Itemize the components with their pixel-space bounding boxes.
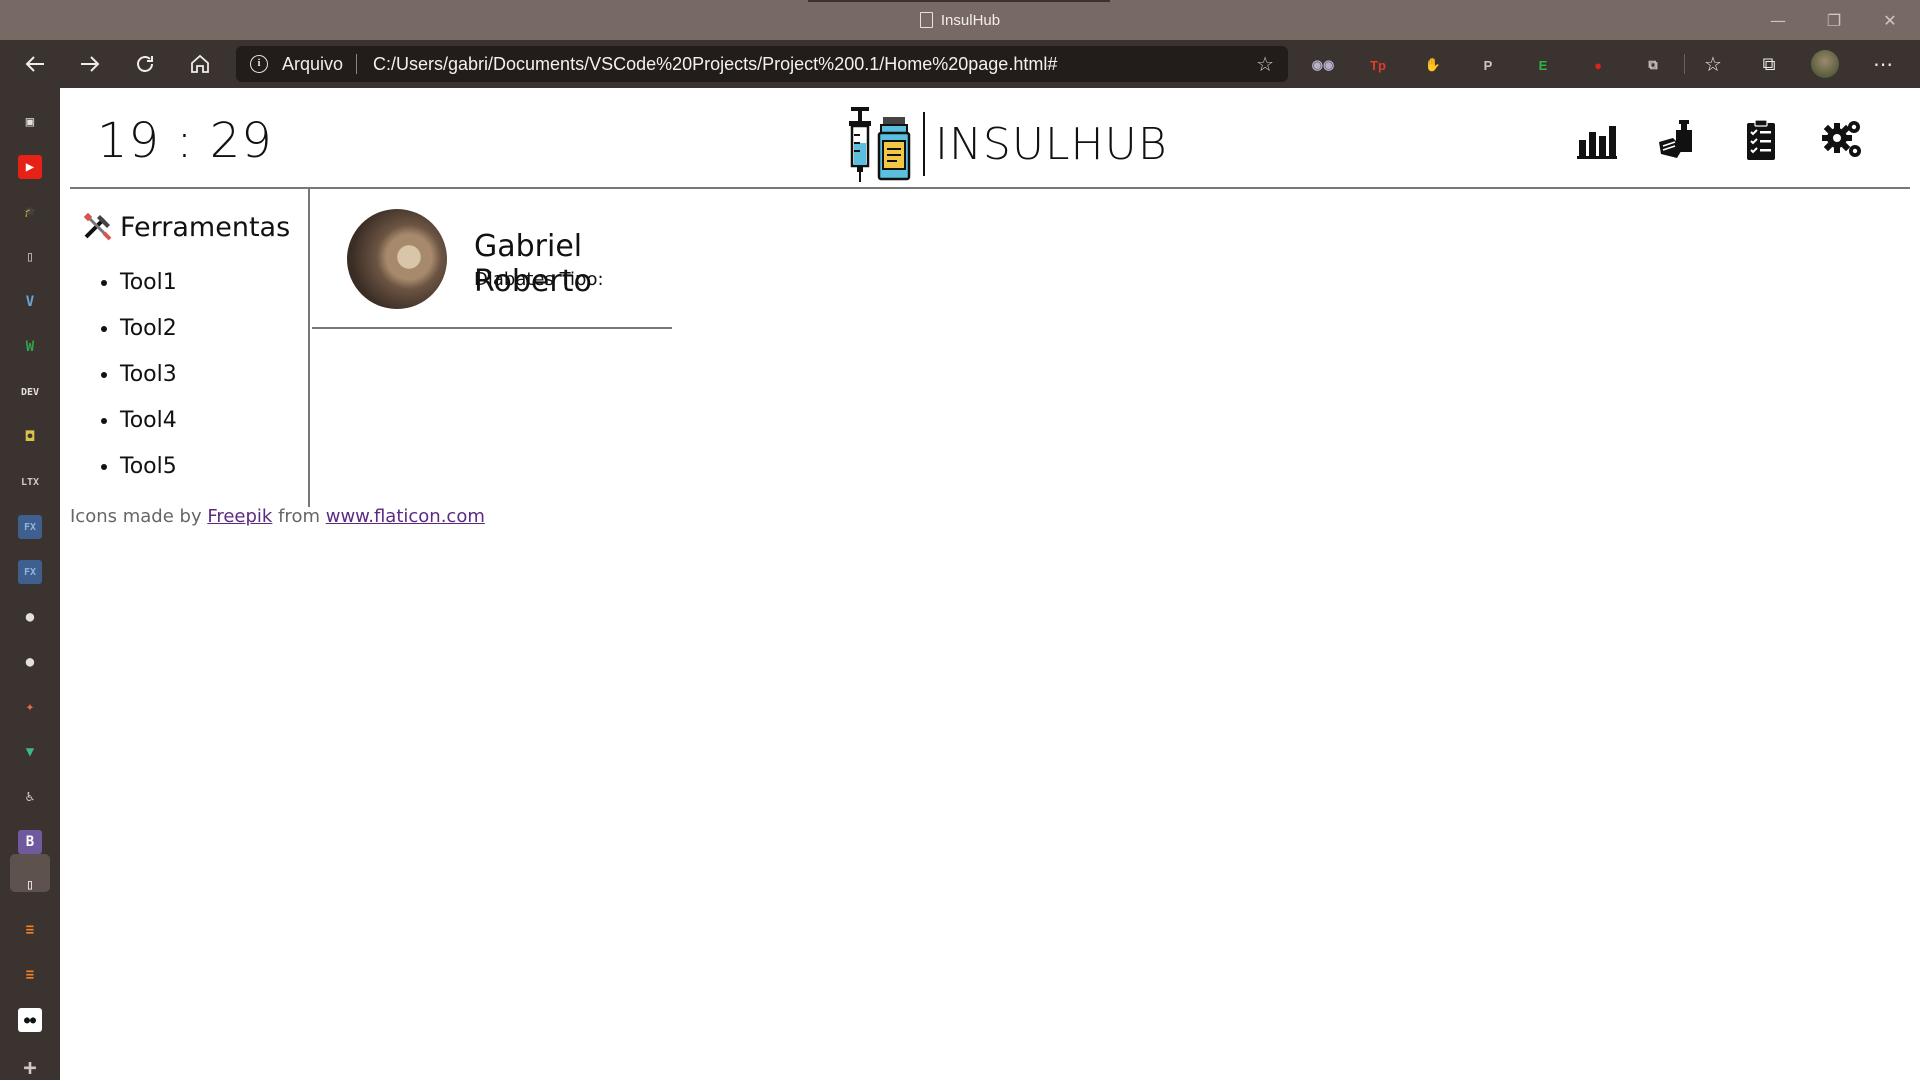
tab-stackoverflow-2[interactable]: ≡ xyxy=(18,963,42,987)
favorites-button[interactable]: ☆ xyxy=(1696,48,1730,80)
avatar[interactable] xyxy=(347,209,447,309)
ext-hand-icon[interactable]: ✋ xyxy=(1420,52,1446,78)
toolbar-separator xyxy=(1684,54,1685,74)
tab-school[interactable]: 🎓 xyxy=(18,200,42,224)
tab-github-1[interactable]: ● xyxy=(18,605,42,629)
gears-icon[interactable] xyxy=(1821,118,1865,162)
ext-tp-icon[interactable]: Tp xyxy=(1365,52,1391,78)
ext-record-icon[interactable]: ● xyxy=(1585,52,1611,78)
syringe-vial-icon xyxy=(849,107,911,182)
clipboard-checklist-icon[interactable] xyxy=(1739,118,1783,162)
window-title: InsulHub xyxy=(0,0,1920,40)
icon-credit: Icons made by Freepik from www.flaticon.… xyxy=(70,506,485,527)
info-icon[interactable]: i xyxy=(250,55,268,73)
tab-actions[interactable]: ▣ xyxy=(18,110,42,134)
profile-button[interactable] xyxy=(1808,48,1842,80)
tab-youtube[interactable]: ▶ xyxy=(18,155,42,179)
page-content: 19 : 29 INSULHUB Ferramentas • Tool1 • T… xyxy=(60,88,1920,1080)
forward-button[interactable] xyxy=(73,48,107,80)
tab-accessibility[interactable]: ♿ xyxy=(18,785,42,809)
more-menu-button[interactable]: ⋯ xyxy=(1866,48,1900,80)
close-button[interactable]: ✕ xyxy=(1862,0,1918,40)
tab-new[interactable]: + xyxy=(18,1056,42,1081)
tool-item[interactable]: Tool1 xyxy=(120,271,177,317)
refresh-icon xyxy=(137,56,153,72)
credit-prefix: Icons made by xyxy=(70,506,208,527)
profile-avatar-icon xyxy=(1811,50,1839,78)
tab-figma[interactable]: ✦ xyxy=(18,695,42,719)
tools-list: Tool1 Tool2 Tool3 Tool4 Tool5 xyxy=(120,271,177,501)
diabetes-type-label: Diabates Tipo: xyxy=(474,269,604,290)
ext-eyes-icon[interactable]: ◉◉ xyxy=(1310,52,1336,78)
window-title-text: InsulHub xyxy=(940,11,1001,29)
logo-divider xyxy=(923,112,925,176)
vertical-tabs-panel: ▣ ▶ 🎓 ▯ V W DEV ◘ LTX FX FX ● ● ✦ ▼ ♿ B ▯ ≡ ≡ ●● + xyxy=(0,88,60,1081)
tools-icon xyxy=(83,212,112,241)
freepik-link[interactable]: Freepik xyxy=(207,506,272,527)
syringe-hand-icon[interactable] xyxy=(1657,118,1701,162)
collections-icon: ⧉ xyxy=(1762,53,1776,75)
address-bar[interactable]: i Arquivo C:/Users/gabri/Documents/VSCod… xyxy=(236,46,1288,82)
back-button[interactable] xyxy=(18,48,52,80)
tab-yellow[interactable]: ◘ xyxy=(18,425,42,449)
tools-sidebar: Ferramentas Tool1 Tool2 Tool3 Tool4 Tool… xyxy=(70,189,310,507)
ext-pinterest-icon[interactable]: P xyxy=(1475,52,1501,78)
flaticon-link[interactable]: www.flaticon.com xyxy=(326,506,485,527)
brand-logo: INSULHUB xyxy=(845,104,1168,184)
tab-stackoverflow-1[interactable]: ≡ xyxy=(18,918,42,942)
more-icon: ⋯ xyxy=(1873,52,1893,76)
url-text[interactable]: C:/Users/gabri/Documents/VSCode%20Projec… xyxy=(373,46,1057,82)
tab-bootstrap[interactable]: B xyxy=(18,830,42,854)
tab-vuetify[interactable]: V xyxy=(18,290,42,314)
tools-title: Ferramentas xyxy=(120,211,291,243)
tab-file-active[interactable]: ▯ xyxy=(18,873,42,897)
ext-puzzle-icon[interactable]: ⧉ xyxy=(1640,52,1666,78)
tool-item[interactable]: Tool4 xyxy=(120,409,177,455)
clock: 19 : 29 xyxy=(97,113,273,169)
arrow-right-icon xyxy=(81,56,100,72)
restore-button[interactable]: ❐ xyxy=(1806,0,1862,40)
home-icon xyxy=(191,54,209,73)
tools-heading: Ferramentas xyxy=(82,211,290,243)
browser-toolbar: i Arquivo C:/Users/gabri/Documents/VSCod… xyxy=(0,40,1920,88)
window-titlebar: InsulHub — ❐ ✕ xyxy=(0,0,1920,40)
minimize-button[interactable]: — xyxy=(1750,0,1806,40)
tool-item[interactable]: Tool2 xyxy=(120,317,177,363)
address-prefix: Arquivo xyxy=(282,54,344,74)
home-button[interactable] xyxy=(183,48,217,80)
tab-file-1[interactable]: ▯ xyxy=(18,245,42,269)
ext-evernote-icon[interactable]: E xyxy=(1530,52,1556,78)
refresh-button[interactable] xyxy=(128,48,162,80)
arrow-left-icon xyxy=(25,56,44,72)
tab-github-2[interactable]: ● xyxy=(18,650,42,674)
tab-vue[interactable]: ▼ xyxy=(18,740,42,764)
tab-w[interactable]: W xyxy=(18,335,42,359)
tool-item[interactable]: Tool5 xyxy=(120,455,177,501)
add-favorite-icon[interactable]: ☆ xyxy=(1256,52,1274,76)
profile-card: Gabriel Roberto Diabates Tipo: xyxy=(312,189,672,329)
tab-ltx[interactable]: LTX xyxy=(18,470,42,494)
tool-item[interactable]: Tool3 xyxy=(120,363,177,409)
favorites-icon: ☆ xyxy=(1704,52,1722,76)
brand-name: INSULHUB xyxy=(935,118,1168,170)
collections-button[interactable]: ⧉ xyxy=(1752,48,1786,80)
tab-dev[interactable]: DEV xyxy=(18,380,42,404)
page-icon xyxy=(919,12,933,28)
chart-icon[interactable] xyxy=(1575,118,1619,162)
tab-medium[interactable]: ●● xyxy=(18,1008,42,1032)
tab-fx-2[interactable]: FX xyxy=(18,560,42,584)
tab-fx-1[interactable]: FX xyxy=(18,515,42,539)
address-separator xyxy=(356,54,357,74)
credit-middle: from xyxy=(272,506,326,527)
